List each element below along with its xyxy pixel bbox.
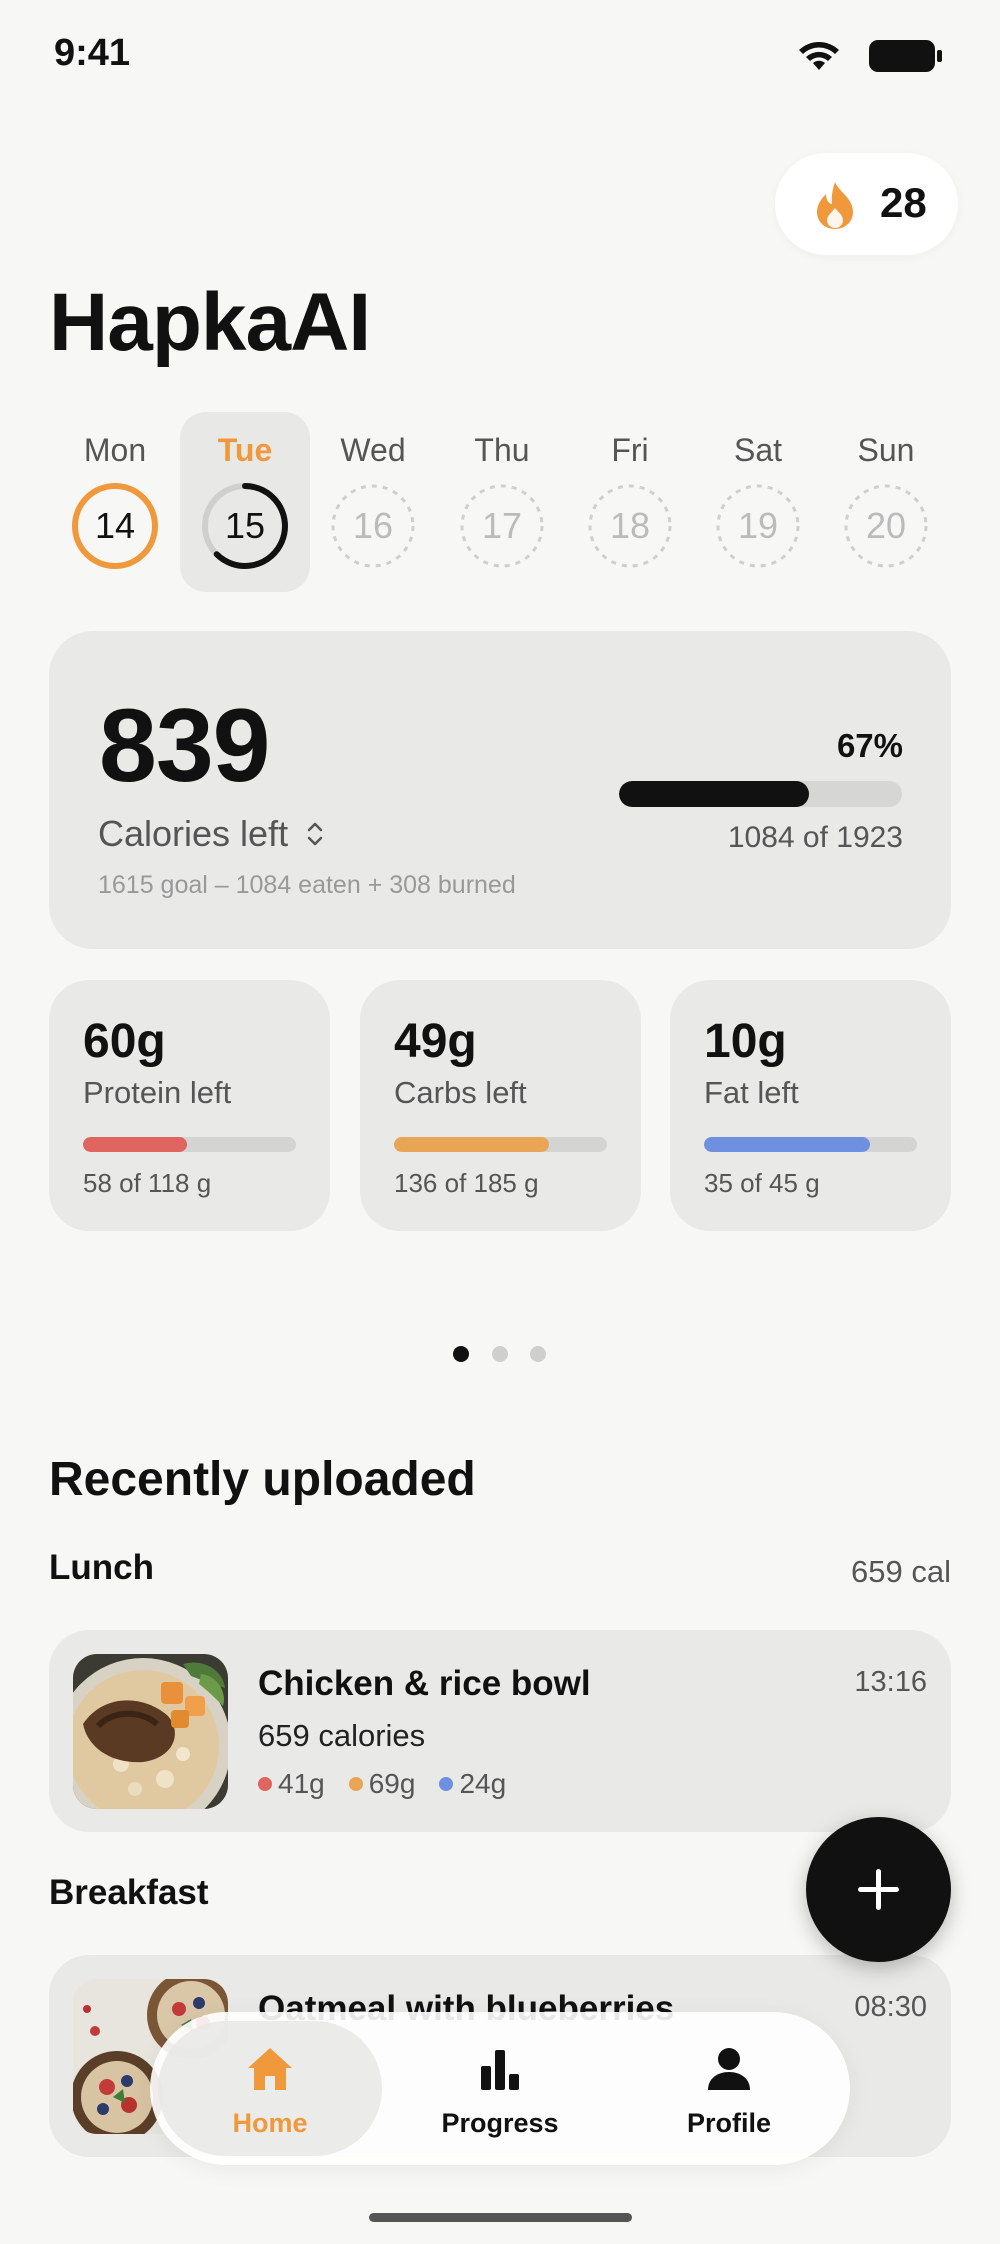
day-label: Sat [733, 432, 783, 468]
macro-progress-fill [394, 1137, 550, 1152]
pager-dot[interactable] [492, 1346, 508, 1362]
food-time: 13:16 [854, 1666, 927, 1698]
section-title-recent: Recently uploaded [49, 1453, 476, 1506]
macro-label: Carbs left [394, 1075, 527, 1110]
meal-label-breakfast: Breakfast [49, 1873, 209, 1912]
macro-card-protein[interactable]: 60g Protein left 58 of 118 g [49, 980, 330, 1231]
macro-value: 49g [394, 1015, 477, 1068]
battery-icon [869, 40, 942, 72]
fat-dot-icon [439, 1776, 454, 1791]
macro-label: Protein left [83, 1075, 232, 1110]
meal-total-calories: 659 cal [851, 1554, 951, 1589]
page-indicator[interactable] [453, 1346, 547, 1362]
calories-breakdown: 1615 goal – 1084 eaten + 308 burned [98, 871, 516, 899]
day-label: Thu [474, 432, 530, 468]
day-tue[interactable]: Tue 15 [180, 412, 310, 592]
macro-progress-fill [704, 1137, 871, 1152]
day-sun[interactable]: Sun 20 [821, 412, 951, 592]
home-indicator [369, 2213, 632, 2222]
food-time: 08:30 [854, 1991, 927, 2023]
day-label: Wed [340, 432, 406, 468]
house-icon [248, 2048, 292, 2090]
food-photo [73, 1654, 228, 1809]
pager-dot[interactable] [453, 1346, 469, 1362]
tab-home[interactable]: Home [158, 2012, 382, 2165]
carbs-dot-icon [348, 1776, 363, 1791]
day-date: 19 [737, 505, 779, 546]
food-macros: 41g 69g 24g [258, 1768, 530, 1800]
macro-progress-bar [704, 1137, 917, 1152]
food-carbs: 69g [368, 1768, 416, 1799]
streak-count: 28 [880, 179, 927, 226]
bar-chart-icon [481, 2050, 519, 2090]
tab-profile[interactable]: Profile [617, 2012, 841, 2165]
macro-card-fat[interactable]: 10g Fat left 35 of 45 g [670, 980, 951, 1231]
day-label: Fri [611, 432, 649, 468]
plus-icon [858, 1869, 899, 1910]
calories-progress-bar [619, 781, 902, 807]
macro-fraction: 58 of 118 g [83, 1168, 212, 1198]
calories-left-value: 839 [99, 688, 271, 804]
pager-dot[interactable] [530, 1346, 546, 1362]
tab-label: Progress [441, 2108, 559, 2138]
food-calories: 659 calories [258, 1718, 426, 1753]
tab-progress[interactable]: Progress [388, 2012, 612, 2165]
flame-icon [817, 182, 853, 229]
tab-label: Home [232, 2108, 308, 2138]
calories-left-label: Calories left [98, 813, 289, 854]
day-date: 15 [224, 505, 266, 546]
add-meal-button[interactable] [806, 1817, 951, 1962]
app-title: HapkaAI [49, 277, 371, 368]
food-name: Chicken & rice bowl [258, 1664, 591, 1703]
wifi-icon [799, 42, 839, 70]
streak-badge[interactable]: 28 [775, 153, 958, 255]
macro-value: 10g [704, 1015, 787, 1068]
day-label: Sun [857, 432, 915, 468]
status-time: 9:41 [54, 32, 131, 74]
food-card-chicken-rice[interactable]: Chicken & rice bowl 13:16 659 calories 4… [49, 1630, 951, 1832]
calories-progress-fill [619, 781, 809, 807]
macro-fraction: 35 of 45 g [704, 1168, 820, 1198]
week-selector: Mon 14 Tue 15 Wed 16 Thu 17 Fri 18 Sat 19 Sun 20 [50, 412, 950, 592]
food-protein: 41g [278, 1768, 325, 1799]
macro-fraction: 136 of 185 g [394, 1168, 539, 1198]
meal-label-lunch: Lunch [49, 1548, 154, 1587]
day-date: 16 [352, 505, 394, 546]
person-icon [708, 2048, 750, 2090]
macro-value: 60g [83, 1015, 166, 1068]
macro-progress-bar [83, 1137, 296, 1152]
macro-progress-fill [83, 1137, 188, 1152]
protein-dot-icon [258, 1776, 272, 1791]
macro-card-carbs[interactable]: 49g Carbs left 136 of 185 g [360, 980, 641, 1231]
macro-progress-bar [394, 1137, 607, 1152]
calories-card[interactable]: 839 Calories left 1615 goal – 1084 eaten… [49, 631, 951, 949]
macro-label: Fat left [704, 1075, 799, 1110]
day-date: 14 [94, 505, 136, 546]
day-wed[interactable]: Wed 16 [308, 412, 438, 592]
day-mon[interactable]: Mon 14 [50, 412, 180, 592]
sort-toggle-icon[interactable] [305, 819, 325, 849]
day-sat[interactable]: Sat 19 [693, 412, 823, 592]
day-fri[interactable]: Fri 18 [565, 412, 695, 592]
food-fat: 24g [459, 1768, 507, 1799]
bottom-tab-bar: Home Progress Profile [150, 2012, 850, 2165]
day-date: 20 [865, 505, 907, 546]
day-thu[interactable]: Thu 17 [437, 412, 567, 592]
day-label: Mon [83, 432, 147, 468]
tab-label: Profile [686, 2108, 772, 2138]
day-date: 18 [609, 505, 651, 546]
day-date: 17 [481, 505, 523, 546]
day-label: Tue [217, 432, 273, 468]
status-bar: 9:41 [0, 0, 1000, 110]
calories-fraction: 1084 of 1923 [727, 821, 903, 854]
calories-percent: 67% [836, 727, 903, 764]
